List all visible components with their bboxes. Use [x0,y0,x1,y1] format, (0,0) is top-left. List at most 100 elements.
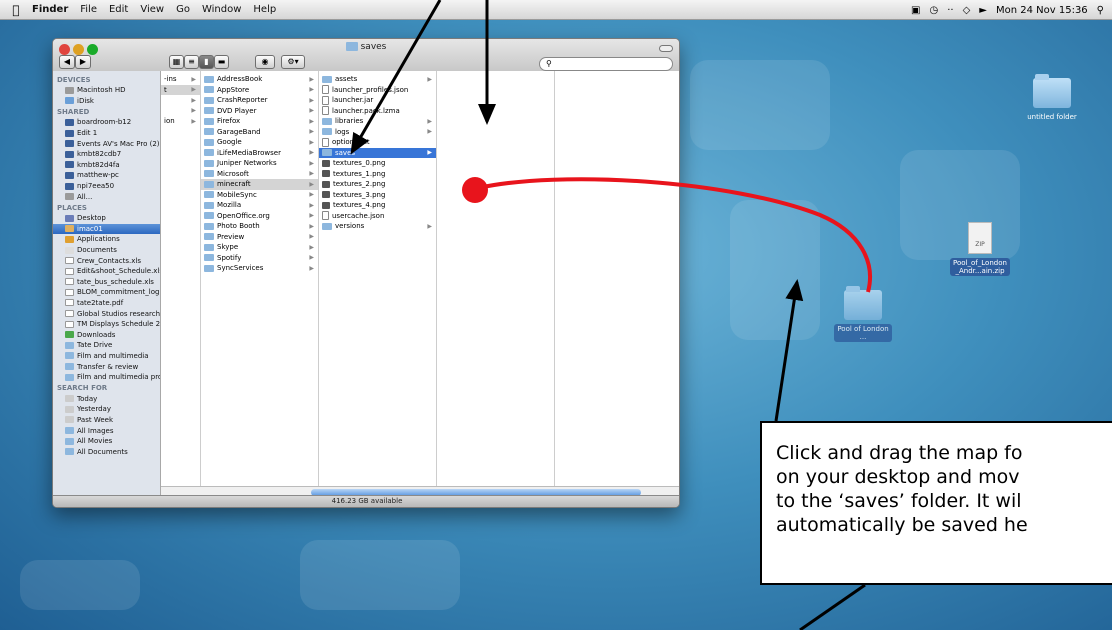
sidebar-item[interactable]: imac01 [53,223,160,235]
list-item[interactable]: Spotify ▶ [201,253,318,264]
list-item[interactable]: ▶ [161,106,200,117]
saves-folder-row[interactable]: saves ▶ [319,147,436,158]
column-view-button[interactable]: ▮ [199,55,214,69]
dragged-folder[interactable]: Pool of London... [828,286,898,342]
sidebar-item[interactable]: Events AV's Mac Pro (2) [53,138,160,149]
list-item[interactable]: ion ▶ [161,116,200,127]
sidebar-item[interactable]: Edit 1 [53,128,160,139]
list-item[interactable]: versions ▶ [319,221,436,232]
list-item[interactable]: launcher.jar [319,95,436,106]
sidebar-item[interactable]: Today [53,393,160,404]
sidebar-item[interactable]: Macintosh HD [53,85,160,96]
spotlight-icon[interactable]: ⚲ [1097,5,1104,16]
list-item[interactable]: Photo Booth ▶ [201,221,318,232]
sidebar-item[interactable]: boardroom-b12 [53,117,160,128]
list-item[interactable]: libraries ▶ [319,116,436,127]
display-icon[interactable]: ▣ [911,5,920,16]
column-parent[interactable]: -ins ▶ t ▶ ▶ ▶ ion ▶ [161,71,201,486]
sidebar-item[interactable]: iDisk [53,96,160,107]
sidebar-item[interactable]: All Images [53,425,160,436]
list-item[interactable]: Google ▶ [201,137,318,148]
sidebar-item[interactable]: TM Displays Schedule 20... [53,319,160,330]
sidebar-item[interactable]: matthew-pc [53,170,160,181]
toolbar-toggle-button[interactable] [659,45,673,52]
search-input[interactable]: ⚲ [539,57,673,71]
icon-view-button[interactable]: ▦ [169,55,184,69]
sidebar-item[interactable]: Documents [53,245,160,256]
forward-button[interactable]: ▶ [75,55,91,69]
list-item[interactable]: options.txt [319,137,436,148]
list-item[interactable]: textures_4.png [319,200,436,211]
sidebar-item[interactable]: Tate Drive [53,340,160,351]
list-item[interactable]: Mozilla ▶ [201,200,318,211]
sidebar-item[interactable]: Global Studios research ... [53,308,160,319]
list-item[interactable]: t ▶ [161,84,200,95]
list-item[interactable]: -ins ▶ [161,74,200,85]
list-item[interactable]: launcher_profiles.json [319,85,436,96]
list-item[interactable]: AppStore ▶ [201,85,318,96]
list-item[interactable]: minecraft ▶ [201,179,318,190]
sidebar-item[interactable]: Downloads [53,329,160,340]
menu-help[interactable]: Help [253,4,276,15]
sidebar-item[interactable]: All Movies [53,436,160,447]
list-view-button[interactable]: ≡ [184,55,199,69]
list-item[interactable]: textures_0.png [319,158,436,169]
sidebar-item[interactable]: Past Week [53,415,160,426]
sidebar-item[interactable]: kmbt82cdb7 [53,149,160,160]
list-item[interactable]: CrashReporter ▶ [201,95,318,106]
sidebar-item[interactable]: Film and multimedia [53,351,160,362]
menu-view[interactable]: View [140,4,164,15]
menu-clock[interactable]: Mon 24 Nov 15:36 [996,5,1088,16]
list-item[interactable]: DVD Player ▶ [201,106,318,117]
column-library[interactable]: AddressBook ▶ AppStore ▶ CrashReporter ▶ DVD P… [201,71,319,486]
coverflow-view-button[interactable]: ▬ [214,55,229,69]
menu-edit[interactable]: Edit [109,4,128,15]
quick-look-button[interactable]: ◉ [255,55,275,69]
list-item[interactable]: MobileSync ▶ [201,190,318,201]
sidebar-item[interactable]: npi7eea50 [53,181,160,192]
list-item[interactable]: Juniper Networks ▶ [201,158,318,169]
menu-go[interactable]: Go [176,4,190,15]
list-item[interactable]: textures_3.png [319,190,436,201]
apple-icon[interactable]:  [0,3,32,17]
sidebar-item[interactable]: tate_bus_schedule.xls [53,277,160,288]
sidebar-item[interactable]: All... [53,191,160,202]
sidebar-item[interactable]: tate2tate.pdf [53,298,160,309]
list-item[interactable]: OpenOffice.org ▶ [201,211,318,222]
sidebar-item[interactable]: Film and multimedia pro... [53,372,160,383]
list-item[interactable]: AddressBook ▶ [201,74,318,85]
list-item[interactable]: SyncServices ▶ [201,263,318,274]
desktop-untitled-folder[interactable]: untitled folder [1012,74,1092,122]
sidebar-item[interactable]: All Documents [53,446,160,457]
menu-file[interactable]: File [80,4,97,15]
list-item[interactable]: launcher.pack.lzma [319,106,436,117]
sidebar-item[interactable]: Applications [53,234,160,245]
list-item[interactable]: textures_2.png [319,179,436,190]
list-item[interactable]: GarageBand ▶ [201,127,318,138]
back-button[interactable]: ◀ [59,55,75,69]
sidebar-item[interactable]: kmbt82d4fa [53,160,160,171]
list-item[interactable]: Preview ▶ [201,232,318,243]
list-item[interactable]: Skype ▶ [201,242,318,253]
sidebar-item[interactable]: Yesterday [53,404,160,415]
wifi-icon[interactable]: ◇ [963,5,971,16]
list-item[interactable]: iLifeMediaBrowser ▶ [201,148,318,159]
list-item[interactable]: Firefox ▶ [201,116,318,127]
list-item[interactable]: Microsoft ▶ [201,169,318,180]
list-item[interactable]: logs ▶ [319,127,436,138]
column-minecraft[interactable]: assets ▶ launcher_profiles.json launcher.ja… [319,71,437,486]
list-item[interactable]: ▶ [161,95,200,106]
list-item[interactable]: usercache.json [319,211,436,222]
bluetooth-icon[interactable]: ·· [947,5,953,16]
list-item[interactable]: textures_1.png [319,169,436,180]
sidebar-item[interactable]: Transfer & review [53,361,160,372]
time-machine-icon[interactable]: ◷ [929,5,938,16]
menu-finder[interactable]: Finder [32,4,68,15]
volume-icon[interactable]: ► [979,5,987,16]
list-item[interactable]: assets ▶ [319,74,436,85]
desktop-zip-file[interactable]: ZIP Pool_of_London _Andr...ain.zip [942,222,1018,276]
menu-window[interactable]: Window [202,4,241,15]
sidebar-item[interactable]: Desktop [53,213,160,224]
action-gear-button[interactable]: ⚙▾ [281,55,305,69]
sidebar-item[interactable]: BLOM_commitment_log ... [53,287,160,298]
